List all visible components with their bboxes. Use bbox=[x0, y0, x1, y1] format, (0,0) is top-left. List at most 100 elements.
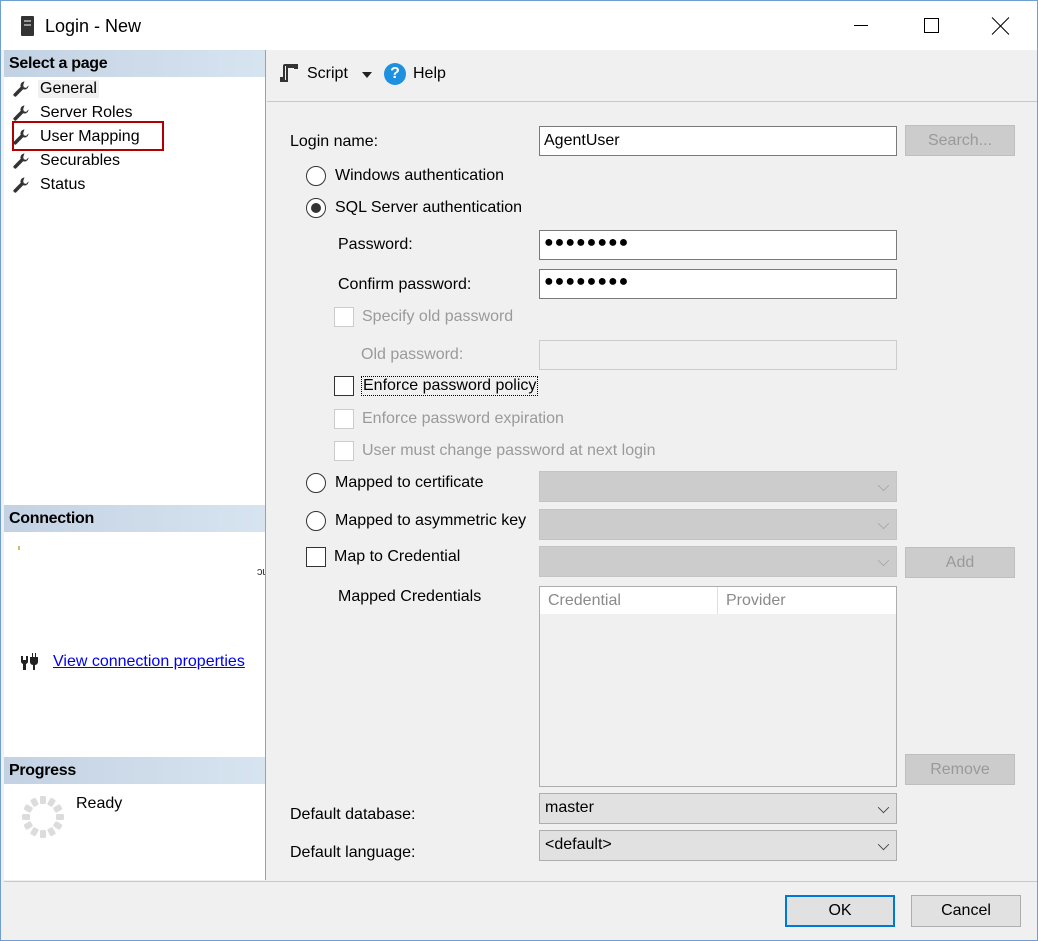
maximize-button[interactable] bbox=[896, 1, 966, 50]
enforce-password-expiration-checkbox[interactable]: Enforce password expiration bbox=[334, 409, 564, 429]
radio-indicator bbox=[306, 511, 326, 531]
default-language-value: <default> bbox=[545, 836, 612, 853]
sql-auth-label: SQL Server authentication bbox=[335, 199, 523, 216]
checkbox-indicator bbox=[334, 409, 354, 429]
page-item-server-roles[interactable]: Server Roles bbox=[12, 102, 132, 124]
help-button[interactable]: ? Help bbox=[384, 63, 446, 85]
script-button[interactable]: Script bbox=[279, 63, 348, 85]
search-button[interactable]: Search... bbox=[905, 125, 1015, 156]
chevron-down-icon bbox=[877, 517, 890, 530]
must-change-password-checkbox[interactable]: User must change password at next login bbox=[334, 441, 655, 461]
server-icon bbox=[21, 16, 34, 36]
specify-old-password-checkbox[interactable]: Specify old password bbox=[334, 307, 513, 327]
map-to-credential-label: Map to Credential bbox=[334, 548, 461, 565]
login-new-dialog: Login - New Select a page General Server… bbox=[0, 0, 1038, 941]
default-database-select[interactable]: master bbox=[539, 793, 897, 824]
column-header-provider[interactable]: Provider bbox=[718, 587, 794, 614]
old-password-input[interactable] bbox=[539, 340, 897, 370]
wrench-icon bbox=[13, 105, 29, 121]
progress-spinner-icon bbox=[22, 796, 64, 838]
view-connection-properties-link[interactable]: View connection properties bbox=[53, 653, 245, 671]
page-item-securables[interactable]: Securables bbox=[12, 150, 120, 172]
page-item-label: Status bbox=[40, 176, 86, 193]
confirm-password-label: Confirm password: bbox=[338, 276, 472, 293]
connection-truncated-text: ɔɩ bbox=[257, 566, 265, 578]
minimize-icon bbox=[854, 25, 868, 26]
enforce-password-expiration-label: Enforce password expiration bbox=[362, 410, 564, 427]
checkbox-indicator bbox=[334, 441, 354, 461]
checkbox-indicator bbox=[306, 547, 326, 567]
default-language-select[interactable]: <default> bbox=[539, 830, 897, 861]
script-label: Script bbox=[307, 65, 348, 82]
view-connection-properties[interactable]: View connection properties bbox=[20, 652, 245, 672]
cancel-button[interactable]: Cancel bbox=[911, 895, 1021, 927]
close-icon bbox=[992, 17, 1010, 35]
mapped-credentials-label: Mapped Credentials bbox=[338, 588, 482, 605]
title-bar: Login - New bbox=[1, 1, 1037, 50]
progress-status: Ready bbox=[76, 795, 123, 812]
page-item-label: User Mapping bbox=[40, 128, 140, 145]
checkbox-indicator bbox=[334, 307, 354, 327]
windows-auth-radio[interactable]: Windows authentication bbox=[306, 166, 504, 186]
old-password-label: Old password: bbox=[361, 346, 464, 363]
general-page-form: Login name: AgentUser Search... Windows … bbox=[267, 102, 1037, 880]
default-language-label: Default language: bbox=[290, 844, 416, 861]
login-name-label: Login name: bbox=[290, 133, 379, 150]
connection-header: Connection bbox=[4, 505, 265, 532]
mapped-to-asymmetric-key-label: Mapped to asymmetric key bbox=[335, 512, 527, 529]
chevron-down-icon bbox=[877, 801, 890, 814]
password-label: Password: bbox=[338, 236, 413, 253]
mapped-to-certificate-radio[interactable]: Mapped to certificate bbox=[306, 473, 484, 493]
default-database-value: master bbox=[545, 799, 594, 816]
left-pane: Select a page General Server Roles User … bbox=[4, 50, 266, 880]
chevron-down-icon bbox=[877, 479, 890, 492]
mapped-to-asymmetric-key-radio[interactable]: Mapped to asymmetric key bbox=[306, 511, 526, 531]
page-item-label: Server Roles bbox=[40, 104, 133, 121]
password-input[interactable]: ●●●●●●●● bbox=[539, 230, 897, 260]
dialog-footer: OK Cancel bbox=[4, 881, 1037, 940]
chevron-down-icon bbox=[877, 838, 890, 851]
help-label: Help bbox=[413, 65, 446, 82]
default-database-label: Default database: bbox=[290, 806, 416, 823]
windows-auth-label: Windows authentication bbox=[335, 167, 504, 184]
remove-credential-button[interactable]: Remove bbox=[905, 754, 1015, 785]
page-item-label: Securables bbox=[40, 152, 121, 169]
page-item-status[interactable]: Status bbox=[12, 174, 85, 196]
mapped-credentials-grid[interactable]: Credential Provider bbox=[539, 586, 897, 787]
ok-button[interactable]: OK bbox=[785, 895, 895, 927]
radio-indicator bbox=[306, 166, 326, 186]
mapped-to-certificate-label: Mapped to certificate bbox=[335, 474, 484, 491]
asymmetric-key-select[interactable] bbox=[539, 509, 897, 540]
connection-artifact bbox=[18, 546, 20, 550]
enforce-password-policy-checkbox[interactable]: Enforce password policy bbox=[334, 376, 539, 396]
radio-indicator bbox=[306, 473, 326, 493]
script-icon bbox=[280, 64, 298, 82]
checkbox-indicator bbox=[334, 376, 354, 396]
confirm-password-input[interactable]: ●●●●●●●● bbox=[539, 269, 897, 299]
specify-old-password-label: Specify old password bbox=[362, 308, 514, 325]
enforce-password-policy-label: Enforce password policy bbox=[360, 376, 539, 396]
page-item-user-mapping[interactable]: User Mapping bbox=[12, 126, 140, 148]
sql-auth-radio[interactable]: SQL Server authentication bbox=[306, 198, 522, 218]
help-icon: ? bbox=[384, 63, 406, 85]
page-item-label: General bbox=[38, 80, 99, 98]
credential-select[interactable] bbox=[539, 546, 897, 577]
wrench-icon bbox=[13, 81, 29, 97]
maximize-icon bbox=[923, 18, 939, 33]
radio-indicator-checked bbox=[306, 198, 326, 218]
map-to-credential-checkbox[interactable]: Map to Credential bbox=[306, 547, 460, 567]
script-dropdown-icon[interactable] bbox=[362, 72, 372, 78]
must-change-password-label: User must change password at next login bbox=[362, 442, 656, 459]
column-header-credential[interactable]: Credential bbox=[540, 587, 718, 614]
minimize-button[interactable] bbox=[826, 1, 896, 50]
login-name-input[interactable]: AgentUser bbox=[539, 126, 897, 156]
select-page-header: Select a page bbox=[4, 50, 265, 77]
plug-icon bbox=[20, 653, 38, 670]
page-item-general[interactable]: General bbox=[12, 78, 99, 100]
grid-header: Credential Provider bbox=[540, 587, 896, 615]
add-credential-button[interactable]: Add bbox=[905, 547, 1015, 578]
window-title: Login - New bbox=[45, 16, 142, 36]
certificate-select[interactable] bbox=[539, 471, 897, 502]
close-button[interactable] bbox=[966, 1, 1036, 50]
wrench-icon bbox=[13, 177, 29, 193]
